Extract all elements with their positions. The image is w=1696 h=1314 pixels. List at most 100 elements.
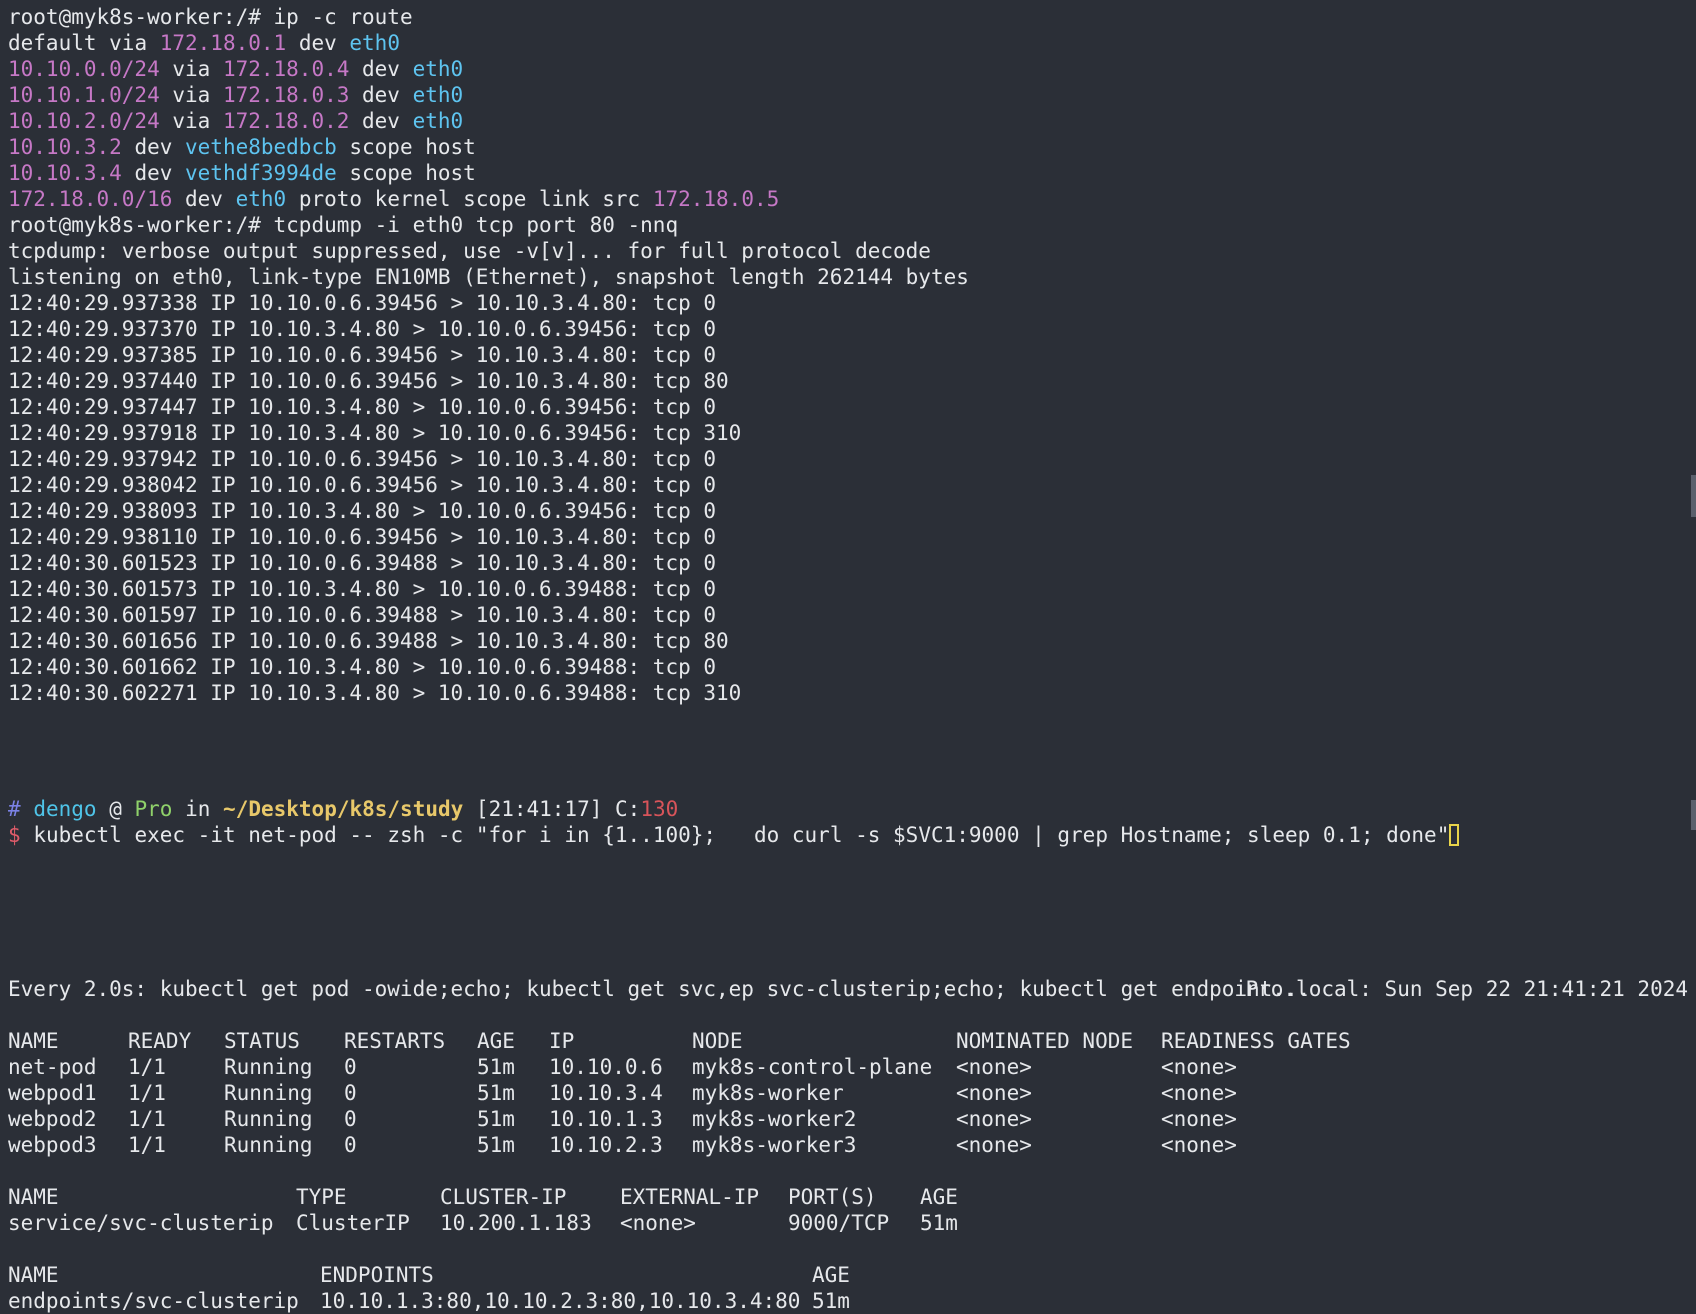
table-cell: <none> <box>1161 1081 1237 1105</box>
service-table: NAME TYPE CLUSTER-IP EXTERNAL-IP PORT(S) AGE s… <box>8 1184 1696 1236</box>
prompt-host: Pro <box>134 797 173 821</box>
table-cell: 9000/TCP <box>788 1211 890 1235</box>
table-cell: endpoints/svc-clusterip <box>8 1289 299 1313</box>
table-cell: 10.10.1.3 <box>549 1107 663 1131</box>
command-input[interactable]: kubectl exec -it net-pod -- zsh -c "for … <box>33 823 1449 847</box>
column-header: AGE <box>920 1185 958 1209</box>
table-cell: 51m <box>477 1107 515 1131</box>
packet-line: 12:40:29.938093 IP 10.10.3.4.80 > 10.10.… <box>8 499 717 523</box>
route-line: 172.18.0.0/16 dev eth0 proto kernel scop… <box>8 187 780 211</box>
prompt-path: ~/Desktop/k8s/study <box>223 797 464 821</box>
table-cell: Running <box>224 1107 313 1131</box>
watch-header: Every 2.0s: kubectl get pod -owide;echo;… <box>8 976 1696 1002</box>
table-header-row: NAME ENDPOINTS AGE <box>8 1262 1696 1288</box>
shell-prompt: root@myk8s-worker:/# <box>8 5 274 29</box>
table-cell: webpod3 <box>8 1133 97 1157</box>
table-cell: service/svc-clusterip <box>8 1211 274 1235</box>
route-dest: 10.10.1.0/24 <box>8 83 160 107</box>
route-dest: 172.18.0.0/16 <box>8 187 173 211</box>
table-cell: 51m <box>812 1289 850 1313</box>
table-cell: myk8s-worker2 <box>692 1107 857 1131</box>
table-cell: 10.10.1.3:80,10.10.2.3:80,10.10.3.4:80 <box>320 1289 801 1313</box>
table-cell: ClusterIP <box>296 1211 410 1235</box>
shell-prompt: root@myk8s-worker:/# <box>8 213 274 237</box>
table-cell: 51m <box>477 1133 515 1157</box>
column-header: NOMINATED NODE <box>956 1029 1134 1053</box>
route-line: default via 172.18.0.1 dev eth0 <box>8 31 400 55</box>
route-device: vethe8bedbcb <box>185 135 337 159</box>
packet-line: 12:40:29.938110 IP 10.10.0.6.39456 > 10.… <box>8 525 717 549</box>
table-row: webpod3 1/1 Running 0 51m 10.10.2.3 myk8s-work… <box>8 1132 1696 1158</box>
table-cell: 0 <box>344 1081 357 1105</box>
prompt-user: dengo <box>33 797 97 821</box>
table-cell: <none> <box>956 1055 1032 1079</box>
route-dest: 10.10.2.0/24 <box>8 109 160 133</box>
column-header: TYPE <box>296 1185 347 1209</box>
table-cell: 10.10.0.6 <box>549 1055 663 1079</box>
text-cursor <box>1449 824 1460 846</box>
route-device: eth0 <box>412 83 464 107</box>
table-cell: <none> <box>956 1133 1032 1157</box>
terminal-pane-top[interactable]: root@myk8s-worker:/# ip -c route default… <box>0 0 1696 740</box>
route-line: 10.10.3.4 dev vethdf3994de scope host <box>8 161 476 185</box>
column-header: CLUSTER-IP <box>440 1185 567 1209</box>
packet-line: 12:40:29.937385 IP 10.10.0.6.39456 > 10.… <box>8 343 717 367</box>
route-device: vethdf3994de <box>185 161 337 185</box>
route-gateway: 172.18.0.2 <box>222 109 350 133</box>
table-cell: 1/1 <box>128 1133 166 1157</box>
prompt-time: [21:41:17] <box>475 797 603 821</box>
terminal-pane-middle[interactable]: # dengo @ Pro in ~/Desktop/k8s/study [21… <box>0 740 1696 934</box>
output-line: listening on eth0, link-type EN10MB (Eth… <box>8 265 969 289</box>
packet-line: 12:40:30.602271 IP 10.10.3.4.80 > 10.10.… <box>8 681 742 705</box>
table-cell: 51m <box>477 1081 515 1105</box>
table-cell: <none> <box>1161 1107 1237 1131</box>
packet-line: 12:40:30.601523 IP 10.10.0.6.39488 > 10.… <box>8 551 717 575</box>
scrollbar-thumb[interactable] <box>1691 800 1696 830</box>
route-scope: scope host <box>336 161 476 185</box>
column-header: READINESS GATES <box>1161 1029 1351 1053</box>
column-header: AGE <box>812 1263 850 1287</box>
route-gateway: 172.18.0.4 <box>222 57 350 81</box>
table-row: webpod1 1/1 Running 0 51m 10.10.3.4 myk8s-work… <box>8 1080 1696 1106</box>
terminal-pane-bottom[interactable]: Every 2.0s: kubectl get pod -owide;echo;… <box>0 934 1696 1314</box>
table-cell: 10.10.3.4 <box>549 1081 663 1105</box>
route-gateway: 172.18.0.1 <box>159 31 287 55</box>
column-header: STATUS <box>224 1029 300 1053</box>
table-cell: 0 <box>344 1133 357 1157</box>
table-cell: <none> <box>956 1107 1032 1131</box>
table-cell: 1/1 <box>128 1107 166 1131</box>
route-device: eth0 <box>235 187 287 211</box>
packet-line: 12:40:30.601597 IP 10.10.0.6.39488 > 10.… <box>8 603 717 627</box>
command-text: ip -c route <box>273 5 413 29</box>
table-cell: webpod1 <box>8 1081 97 1105</box>
table-cell: <none> <box>1161 1133 1237 1157</box>
route-device: eth0 <box>349 31 400 55</box>
table-header-row: NAME TYPE CLUSTER-IP EXTERNAL-IP PORT(S) AGE <box>8 1184 1696 1210</box>
prompt-exit-label: C: <box>615 797 641 821</box>
scrollbar-thumb[interactable] <box>1691 475 1696 517</box>
packet-line: 12:40:29.937942 IP 10.10.0.6.39456 > 10.… <box>8 447 717 471</box>
column-header: NAME <box>8 1263 59 1287</box>
command-text: tcpdump -i eth0 tcp port 80 -nnq <box>273 213 679 237</box>
table-cell: Running <box>224 1081 313 1105</box>
table-row: service/svc-clusterip ClusterIP 10.200.1.1… <box>8 1210 1696 1236</box>
table-cell: 51m <box>920 1211 958 1235</box>
prompt-at: @ <box>109 797 122 821</box>
route-dest: 10.10.3.4 <box>8 161 122 185</box>
table-row: endpoints/svc-clusterip 10.10.1.3:80,10.1… <box>8 1288 1696 1314</box>
prompt-line: root@myk8s-worker:/# tcpdump -i eth0 tcp… <box>8 212 1696 238</box>
column-header: ENDPOINTS <box>320 1263 434 1287</box>
route-src: 172.18.0.5 <box>652 187 780 211</box>
pods-table: NAME READY STATUS RESTARTS AGE IP NODE NOMINATE… <box>8 1028 1696 1158</box>
table-cell: 0 <box>344 1107 357 1131</box>
prompt-line: root@myk8s-worker:/# ip -c route <box>8 4 1696 30</box>
table-cell: 0 <box>344 1055 357 1079</box>
command-line[interactable]: $ kubectl exec -it net-pod -- zsh -c "fo… <box>8 822 1696 848</box>
table-cell: <none> <box>956 1081 1032 1105</box>
prompt-dollar: $ <box>8 823 21 847</box>
table-cell: 10.200.1.183 <box>440 1211 592 1235</box>
zsh-prompt-line: # dengo @ Pro in ~/Desktop/k8s/study [21… <box>8 796 1696 822</box>
table-cell: webpod2 <box>8 1107 97 1131</box>
prompt-hash: # <box>8 797 21 821</box>
column-header: IP <box>549 1029 575 1053</box>
